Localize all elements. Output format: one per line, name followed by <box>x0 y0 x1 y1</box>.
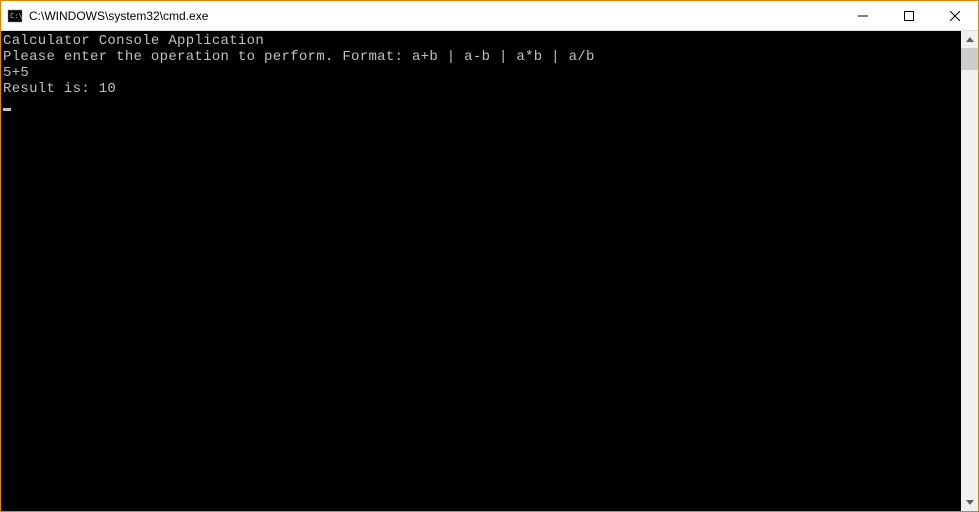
scroll-track[interactable] <box>961 48 978 494</box>
svg-text:C:\: C:\ <box>10 12 23 20</box>
console-line: Calculator Console Application <box>3 33 961 49</box>
scroll-thumb[interactable] <box>961 48 978 70</box>
close-button[interactable] <box>932 1 978 30</box>
console-line: 5+5 <box>3 65 961 81</box>
vertical-scrollbar[interactable] <box>961 31 978 511</box>
console-line: Result is: 10 <box>3 81 961 97</box>
window-controls <box>840 1 978 30</box>
maximize-button[interactable] <box>886 1 932 30</box>
minimize-button[interactable] <box>840 1 886 30</box>
scroll-down-arrow[interactable] <box>961 494 978 511</box>
console-output[interactable]: Calculator Console ApplicationPlease ent… <box>1 31 961 511</box>
cmd-icon: C:\ <box>7 8 23 24</box>
cursor <box>3 108 11 111</box>
cmd-window: C:\ C:\WINDOWS\system32\cmd.exe Calculat… <box>0 0 979 512</box>
titlebar[interactable]: C:\ C:\WINDOWS\system32\cmd.exe <box>1 1 978 31</box>
window-title: C:\WINDOWS\system32\cmd.exe <box>29 9 840 23</box>
console-area: Calculator Console ApplicationPlease ent… <box>1 31 978 511</box>
console-line: Please enter the operation to perform. F… <box>3 49 961 65</box>
scroll-up-arrow[interactable] <box>961 31 978 48</box>
